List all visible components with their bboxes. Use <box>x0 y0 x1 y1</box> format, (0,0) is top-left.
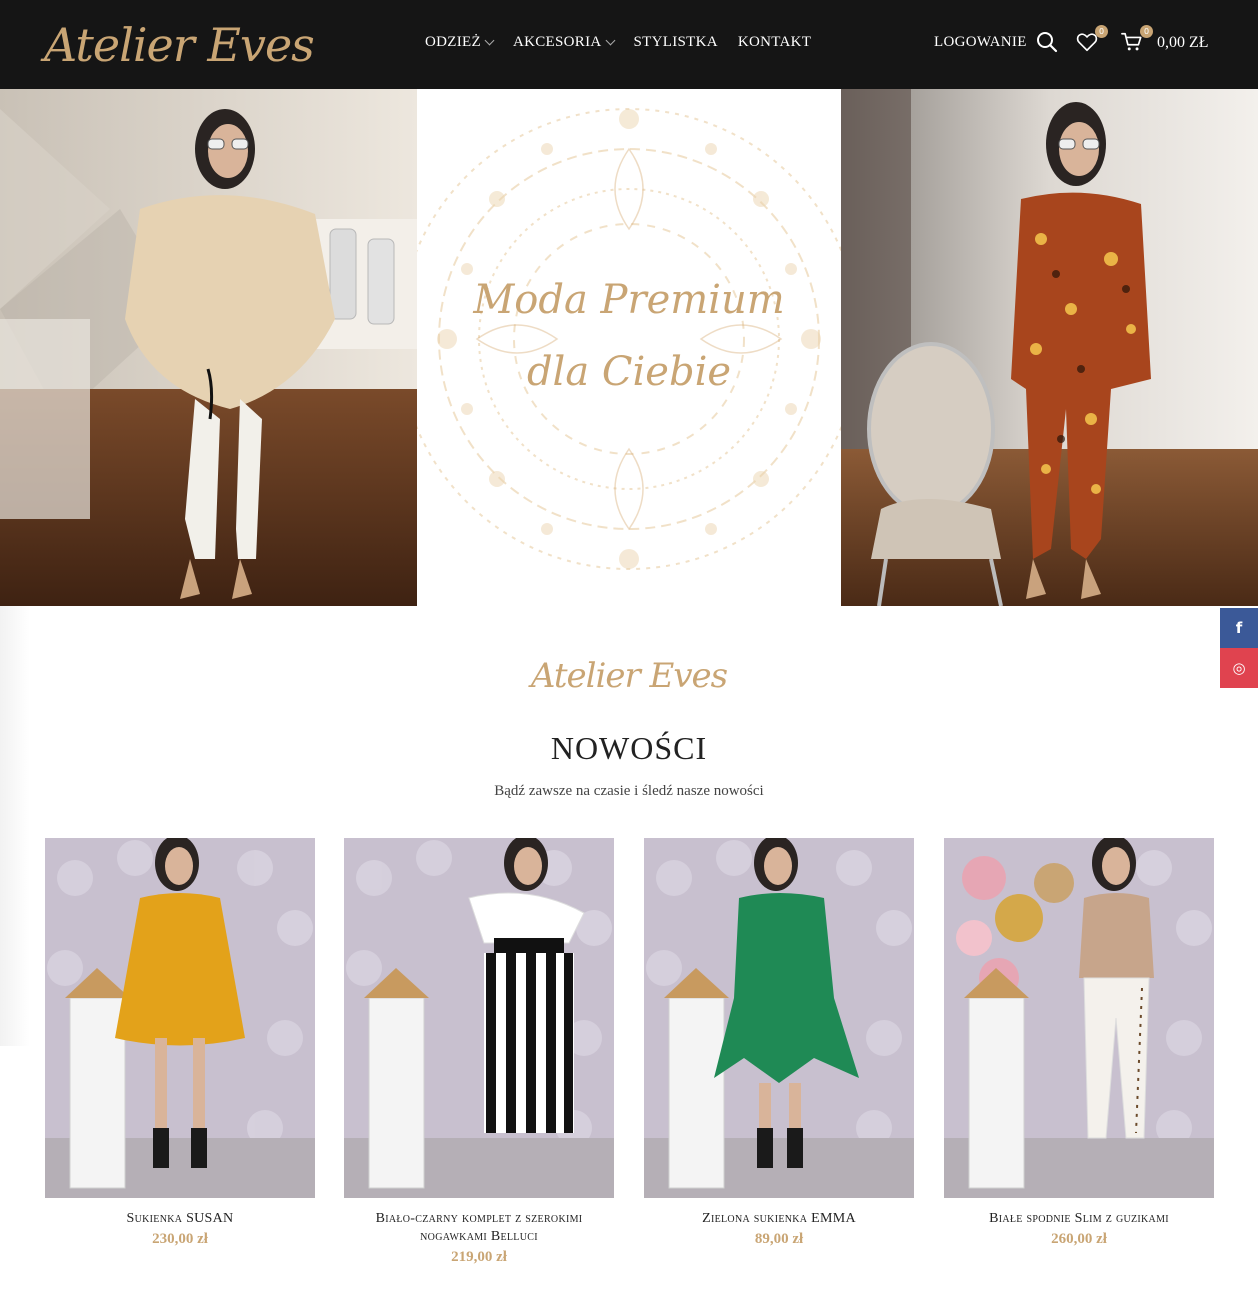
product-price: 230,00 zł <box>152 1231 208 1247</box>
outfit-stripes <box>484 953 574 1133</box>
nav-item-label: AKCESORIA <box>512 34 602 50</box>
ornament-background <box>417 108 841 570</box>
product-price: 260,00 zł <box>1051 1231 1107 1247</box>
product-image[interactable] <box>45 838 315 1198</box>
login-link[interactable]: LOGOWANIE <box>934 34 1027 51</box>
product-name[interactable]: Biało-czarny komplet z szerokimi nogawka… <box>344 1210 614 1246</box>
main-nav: ODZIEŻ AKCESORIA STYLISTKA KONTAKT <box>425 34 831 51</box>
chevron-down-icon <box>484 35 495 46</box>
product-photo-green-dress <box>644 838 914 1198</box>
product-price: 219,00 zł <box>451 1249 507 1265</box>
nav-item-label: ODZIEŻ <box>425 34 481 50</box>
product-photo-striped-set <box>344 838 614 1198</box>
product-card: Biało-czarny komplet z szerokimi nogawka… <box>344 838 614 1266</box>
section-logo: Atelier Eves <box>530 656 728 696</box>
nav-item-odziez[interactable]: ODZIEŻ <box>425 34 495 51</box>
hero-photo-left <box>0 89 417 606</box>
product-image[interactable] <box>344 838 614 1198</box>
product-card: Zielona sukienka EMMA 89,00 zł <box>644 838 914 1248</box>
product-name[interactable]: Białe spodnie Slim z guzikami <box>944 1210 1214 1228</box>
product-price: 89,00 zł <box>754 1231 804 1247</box>
site-header: Atelier Eves ODZIEŻ AKCESORIA STYLISTKA … <box>0 0 1258 89</box>
site-logo[interactable]: Atelier Eves <box>44 8 315 80</box>
product-name[interactable]: Sukienka SUSAN <box>45 1210 315 1228</box>
section-title: NOWOŚCI <box>550 730 708 766</box>
section-subtitle: Bądź zawsze na czasie i śledź nasze nowo… <box>494 783 764 799</box>
product-image[interactable] <box>944 838 1214 1198</box>
chevron-down-icon <box>605 35 615 46</box>
hero-photo-right <box>841 89 1258 606</box>
model-beige-outfit-image <box>0 89 417 606</box>
cart-total[interactable]: 0,00 ZŁ <box>1157 34 1209 52</box>
nav-item-label: KONTAKT <box>737 34 812 50</box>
facebook-icon: f <box>1235 619 1243 637</box>
search-icon <box>1037 32 1058 53</box>
search-button[interactable] <box>1036 31 1060 55</box>
nav-item-label: STYLISTKA <box>633 34 718 50</box>
hero-title-line1: Moda Premium <box>473 277 785 323</box>
logo-text: Atelier Eves <box>44 18 315 72</box>
product-image[interactable] <box>644 838 914 1198</box>
hero-title-line2: dla Ciebie <box>526 349 732 395</box>
cart-count-badge: 0 <box>1140 25 1153 38</box>
nav-item-kontakt[interactable]: KONTAKT <box>738 34 811 51</box>
product-name[interactable]: Zielona sukienka EMMA <box>644 1210 914 1228</box>
hero-promo-panel: Moda Premium dla Ciebie <box>417 89 841 606</box>
product-grid: Sukienka SUSAN 230,00 zł Biało-czarny ko… <box>45 838 1214 1278</box>
wishlist-button[interactable]: 0 <box>1076 25 1108 55</box>
product-photo-white-pants <box>944 838 1214 1198</box>
nav-item-stylistka[interactable]: STYLISTKA <box>634 34 718 51</box>
hero-banner: Moda Premium dla Ciebie <box>0 89 1258 606</box>
wishlist-count-badge: 0 <box>1095 25 1108 38</box>
product-card: Sukienka SUSAN 230,00 zł <box>45 838 315 1248</box>
product-photo-yellow-dress <box>45 838 315 1198</box>
cart-button[interactable]: 0 <box>1121 25 1153 55</box>
product-card: Białe spodnie Slim z guzikami 260,00 zł <box>944 838 1214 1248</box>
model-patterned-suit-image <box>841 89 1258 606</box>
nav-item-akcesoria[interactable]: AKCESORIA <box>512 34 615 51</box>
facebook-button[interactable]: f <box>1220 608 1258 648</box>
